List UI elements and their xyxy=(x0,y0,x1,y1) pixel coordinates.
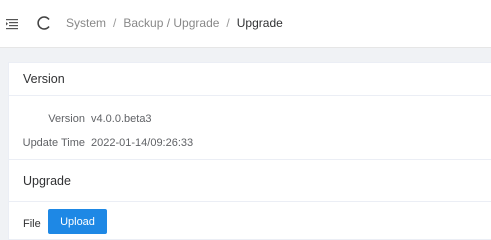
breadcrumb-separator: / xyxy=(113,16,117,30)
update-time-value: 2022-01-14/09:26:33 xyxy=(91,137,194,149)
breadcrumb-backup-upgrade[interactable]: Backup / Upgrade xyxy=(123,16,219,30)
upgrade-card: Upgrade File Upload xyxy=(8,160,491,240)
menu-icon[interactable] xyxy=(6,17,18,30)
version-card-title: Version xyxy=(9,63,491,96)
top-bar: System / Backup / Upgrade / Upgrade xyxy=(0,0,491,48)
update-time-label: Update Time xyxy=(22,137,85,149)
version-card: Version Version v4.0.0.beta3 Update Time… xyxy=(8,62,491,160)
breadcrumb-system[interactable]: System xyxy=(66,16,106,30)
breadcrumb: System / Backup / Upgrade / Upgrade xyxy=(66,16,283,30)
version-value: v4.0.0.beta3 xyxy=(91,113,152,125)
file-label: File xyxy=(23,218,41,230)
version-label: Version xyxy=(48,113,85,125)
update-time-row: Update Time 2022-01-14/09:26:33 xyxy=(21,137,194,149)
breadcrumb-upgrade: Upgrade xyxy=(236,16,283,30)
upload-button[interactable]: Upload xyxy=(48,209,107,234)
breadcrumb-separator: / xyxy=(226,16,230,30)
upgrade-card-title: Upgrade xyxy=(9,160,491,202)
refresh-icon[interactable] xyxy=(36,14,52,32)
version-row: Version v4.0.0.beta3 xyxy=(21,113,152,125)
